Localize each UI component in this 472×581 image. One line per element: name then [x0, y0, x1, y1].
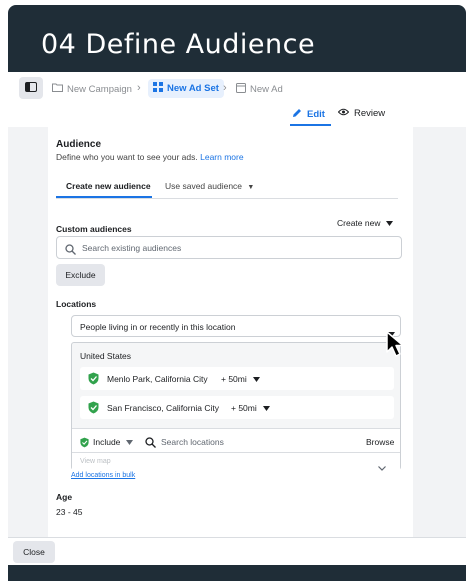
caret-down-icon	[126, 437, 134, 447]
audience-description-text: Define who you want to see your ads.	[56, 152, 198, 162]
include-search-bar: Include Search locations Browse	[72, 428, 400, 452]
location-type-select[interactable]: People living in or recently in this loc…	[71, 315, 401, 337]
audience-title: Audience	[56, 139, 102, 150]
location-item[interactable]: Menlo Park, California City + 50mi	[80, 367, 394, 390]
audience-search-placeholder: Search existing audiences	[82, 243, 182, 253]
radius-value: + 50mi	[221, 374, 247, 384]
close-button[interactable]: Close	[13, 541, 55, 563]
panel-toggle-button[interactable]	[19, 77, 43, 99]
breadcrumb-new-campaign[interactable]: New Campaign	[52, 83, 132, 95]
tab-use-saved-audience[interactable]: Use saved audience ▼	[165, 181, 254, 191]
chevron-right-icon: ›	[137, 82, 141, 94]
audience-card: Audience Define who you want to see your…	[48, 127, 413, 537]
tab-create-new-audience[interactable]: Create new audience	[66, 181, 151, 191]
page-title: 04 Define Audience	[41, 29, 316, 60]
location-name: San Francisco, California City	[107, 403, 219, 413]
include-label: Include	[93, 437, 121, 447]
eye-icon	[337, 108, 350, 119]
radius-dropdown[interactable]: + 50mi	[221, 374, 260, 384]
breadcrumb-label: New Campaign	[67, 83, 132, 95]
audience-search-input[interactable]: Search existing audiences	[56, 236, 402, 259]
locations-label: Locations	[56, 299, 97, 309]
create-new-dropdown[interactable]: Create new	[337, 218, 394, 228]
audience-tabs: Create new audience Use saved audience ▼	[56, 174, 398, 199]
breadcrumb-new-ad-set[interactable]: New Ad Set	[148, 79, 224, 98]
view-map-toggle[interactable]: View map	[72, 452, 400, 471]
search-icon	[65, 242, 76, 260]
pencil-icon	[292, 108, 302, 121]
location-item[interactable]: San Francisco, California City + 50mi	[80, 396, 394, 419]
tutorial-footer	[8, 565, 466, 581]
tab-saved-label: Use saved audience	[165, 181, 243, 191]
left-gutter	[8, 127, 48, 537]
folder-icon	[52, 83, 63, 95]
view-map-label: View map	[80, 458, 111, 465]
custom-audiences-label: Custom audiences	[56, 224, 132, 234]
breadcrumb: New Campaign › New Ad Set › New Ad Edit	[8, 72, 466, 127]
location-search-input[interactable]: Search locations	[161, 437, 224, 447]
grid-icon	[153, 82, 163, 95]
create-new-label: Create new	[337, 218, 381, 228]
location-pin-icon	[88, 401, 99, 416]
tutorial-header: 04 Define Audience	[8, 5, 466, 72]
search-icon	[145, 435, 156, 453]
location-panel: United States Menlo Park, California Cit…	[71, 342, 401, 471]
mouse-pointer-icon	[385, 330, 411, 365]
tab-active-underline	[56, 196, 152, 198]
right-gutter	[413, 127, 466, 537]
location-type-value: People living in or recently in this loc…	[80, 322, 236, 332]
sidebar-toggle-icon	[25, 79, 37, 97]
exclude-button[interactable]: Exclude	[56, 264, 105, 286]
location-pin-icon	[88, 372, 99, 387]
chevron-right-icon: ›	[223, 82, 227, 94]
tab-edit[interactable]: Edit	[292, 108, 325, 121]
chevron-down-icon	[378, 458, 386, 476]
tab-edit-underline	[290, 124, 331, 126]
learn-more-link[interactable]: Learn more	[200, 152, 243, 162]
browse-button[interactable]: Browse	[366, 437, 394, 447]
age-value[interactable]: 23 - 45	[56, 507, 82, 517]
caret-down-icon	[386, 218, 394, 228]
add-locations-bulk-link[interactable]: Add locations in bulk	[71, 472, 135, 479]
footer-bar: Close	[8, 537, 466, 565]
age-label: Age	[56, 492, 73, 502]
caret-down-icon	[252, 374, 260, 384]
breadcrumb-new-ad[interactable]: New Ad	[236, 83, 283, 96]
ad-icon	[236, 83, 246, 96]
breadcrumb-label: New Ad	[250, 84, 283, 95]
country-label: United States	[80, 351, 132, 361]
include-dropdown[interactable]: Include	[93, 437, 134, 447]
screen: 04 Define Audience New Campaign › New Ad…	[0, 0, 472, 581]
audience-description: Define who you want to see your ads. Lea…	[56, 152, 244, 162]
caret-down-icon: ▼	[247, 184, 255, 191]
caret-down-icon	[262, 403, 270, 413]
tab-review[interactable]: Review	[337, 108, 386, 119]
tab-review-label: Review	[354, 108, 386, 119]
location-name: Menlo Park, California City	[107, 374, 208, 384]
location-pin-icon	[80, 435, 89, 453]
breadcrumb-label: New Ad Set	[167, 83, 219, 94]
radius-dropdown[interactable]: + 50mi	[231, 403, 270, 413]
tab-edit-label: Edit	[307, 109, 325, 120]
radius-value: + 50mi	[231, 403, 257, 413]
